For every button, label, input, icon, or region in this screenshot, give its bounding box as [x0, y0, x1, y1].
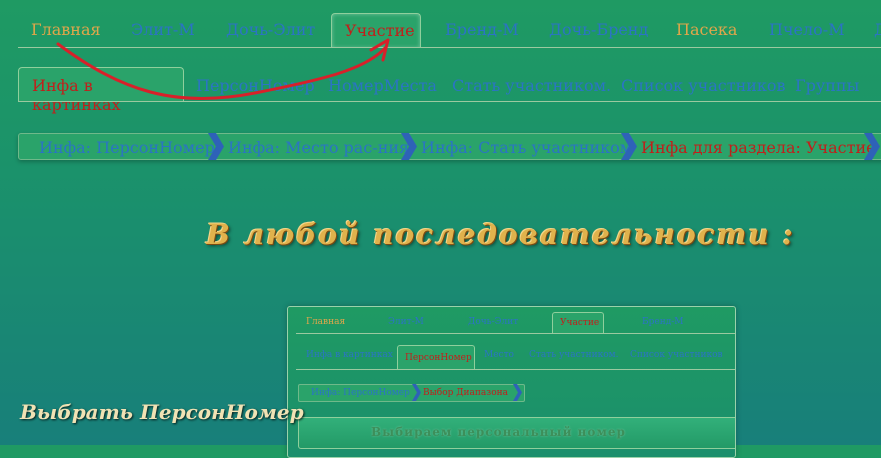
- sub-nav-item-nomermesta[interactable]: НомерМеста: [328, 76, 437, 95]
- preview-screenshot: Главная Элит-М Дочь-Элит Участие Бренд-М…: [287, 306, 736, 458]
- preview-header-text: Выбираем персональный номер: [371, 425, 626, 439]
- preview-nav-active: Участие: [552, 312, 604, 334]
- top-nav-active-label: Участие: [345, 21, 415, 40]
- preview-breadcrumb: Инфа: ПерсонНомер Выбор Диапазона: [298, 384, 525, 402]
- breadcrumb-item-birthplace[interactable]: Инфа: Место рас-ния: [228, 138, 409, 157]
- sub-nav-item-groups[interactable]: Группы: [795, 76, 859, 95]
- preview-divider: [296, 369, 735, 370]
- top-nav-item-doch-brend[interactable]: Дочь-Бренд: [549, 20, 648, 39]
- choose-personnomer-caption: Выбрать ПерсонНомер: [20, 400, 304, 424]
- top-nav-item-doch-elit[interactable]: Дочь-Элит: [226, 20, 315, 39]
- preview-nav-item: Дочь-Элит: [468, 317, 519, 327]
- sub-nav-item-personnomer[interactable]: ПерсонНомер: [196, 76, 315, 95]
- chevron-right-icon: [513, 384, 522, 401]
- preview-subnav-item: Список участников: [630, 350, 723, 360]
- sub-nav-divider: [18, 101, 881, 102]
- preview-header-bar: Выбираем персональный номер: [298, 417, 735, 449]
- preview-crumb-active: Выбор Диапазона: [423, 388, 508, 398]
- top-nav-item-glavnaya[interactable]: Главная: [31, 20, 101, 39]
- chevron-right-icon: [412, 384, 421, 401]
- top-nav-item-brend-m[interactable]: Бренд-М: [445, 20, 519, 39]
- preview-crumb: Инфа: ПерсонНомер: [311, 388, 410, 398]
- sub-nav-item-participant-list[interactable]: Список участников: [621, 76, 786, 95]
- top-nav-item-elit-m[interactable]: Элит-М: [131, 20, 195, 39]
- page-heading: В любой последовательности :: [206, 218, 795, 251]
- sub-nav-item-info-pictures[interactable]: Инфа в картинках: [18, 67, 184, 114]
- breadcrumb-item-become-participant[interactable]: Инфа: Стать участником: [421, 138, 632, 157]
- breadcrumb-item-participation-info[interactable]: Инфа для раздела: Участие: [641, 138, 876, 157]
- chevron-right-icon: [621, 133, 637, 160]
- sub-nav-active-label: Инфа в картинках: [32, 76, 121, 114]
- preview-subnav-item: Стать участником.: [529, 350, 619, 360]
- sub-nav: Инфа в картинках ПерсонНомер НомерМеста …: [0, 60, 881, 114]
- preview-nav-item: Элит-М: [388, 317, 424, 327]
- preview-divider: [296, 333, 735, 334]
- chevron-right-icon: [401, 133, 417, 160]
- preview-nav-active-label: Участие: [560, 318, 600, 328]
- breadcrumb: Инфа: ПерсонНомер Инфа: Место рас-ния Ин…: [18, 133, 881, 160]
- preview-nav-item: Главная: [306, 317, 346, 327]
- preview-subnav-active-label: ПерсонНомер: [405, 353, 472, 363]
- top-nav-item-uchastie[interactable]: Участие: [331, 13, 421, 48]
- top-nav-item-paseka[interactable]: Пасека: [676, 20, 737, 39]
- top-nav: Главная Элит-М Дочь-Элит Участие Бренд-М…: [0, 0, 881, 49]
- chevron-right-icon: [208, 133, 224, 160]
- top-nav-item-cut[interactable]: Д: [874, 20, 881, 39]
- top-nav-divider: [18, 47, 881, 48]
- preview-subnav-item: Место: [484, 350, 514, 360]
- breadcrumb-item-personnomer[interactable]: Инфа: ПерсонНомер: [39, 138, 215, 157]
- preview-subnav-active: ПерсонНомер: [397, 345, 475, 370]
- preview-nav-item: Бренд-М: [642, 317, 684, 327]
- top-nav-item-pchelo-m[interactable]: Пчело-М: [769, 20, 845, 39]
- preview-subnav-item: Инфа в картинках: [306, 350, 393, 360]
- chevron-right-icon: [864, 133, 880, 160]
- sub-nav-item-become-participant[interactable]: Стать участником.: [452, 76, 611, 95]
